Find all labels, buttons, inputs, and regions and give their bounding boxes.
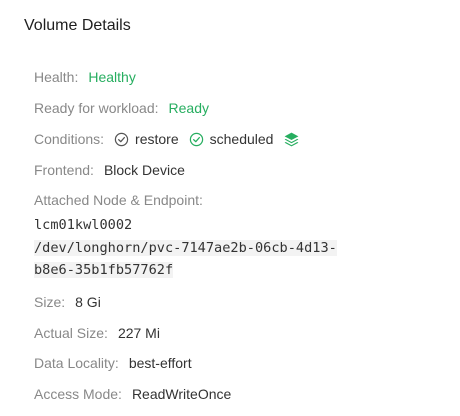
data-locality-value: best-effort	[128, 355, 192, 371]
attached-endpoint-line2: b8e6-35b1fb57762f	[34, 262, 174, 278]
access-mode-value: ReadWriteOnce	[131, 386, 232, 402]
size-value: 8 Gi	[75, 294, 101, 310]
conditions-row: Conditions: restore scheduled	[34, 129, 300, 149]
attached-node: lcm01kwl0002	[34, 217, 133, 233]
ready-label: Ready for workload:	[34, 100, 159, 116]
panel-title: Volume Details	[24, 17, 131, 34]
access-mode-row: Access Mode: ReadWriteOnce	[34, 384, 231, 404]
ready-value: Ready	[168, 100, 209, 116]
layers-icon[interactable]	[283, 131, 300, 148]
frontend-label: Frontend:	[34, 162, 94, 178]
frontend-row: Frontend: Block Device	[34, 160, 185, 180]
size-label: Size:	[34, 294, 66, 310]
conditions-label: Conditions:	[34, 131, 105, 147]
actual-size-label: Actual Size:	[34, 325, 108, 341]
actual-size-value: 227 Mi	[117, 325, 160, 341]
attached-endpoint-line1: /dev/longhorn/pvc-7147ae2b-06cb-4d13-	[34, 239, 337, 256]
condition-restore: restore	[114, 129, 179, 149]
ready-row: Ready for workload: Ready	[34, 98, 209, 118]
condition-scheduled: scheduled	[189, 129, 274, 149]
actual-size-row: Actual Size: 227 Mi	[34, 323, 160, 343]
check-circle-icon	[114, 132, 129, 146]
frontend-value: Block Device	[103, 162, 185, 178]
check-circle-icon	[189, 132, 203, 146]
condition-scheduled-label: scheduled	[209, 131, 274, 147]
condition-restore-label: restore	[135, 131, 179, 147]
health-label: Health:	[34, 69, 79, 85]
attached-endpoint-block: lcm01kwl0002 /dev/longhorn/pvc-7147ae2b-…	[34, 214, 337, 282]
data-locality-label: Data Locality:	[34, 355, 119, 371]
size-row: Size: 8 Gi	[34, 292, 101, 312]
attached-row: Attached Node & Endpoint:	[34, 190, 213, 210]
attached-label: Attached Node & Endpoint:	[34, 192, 203, 208]
health-row: Health: Healthy	[34, 67, 136, 87]
health-value: Healthy	[88, 69, 136, 85]
access-mode-label: Access Mode:	[34, 386, 122, 402]
data-locality-row: Data Locality: best-effort	[34, 353, 192, 373]
